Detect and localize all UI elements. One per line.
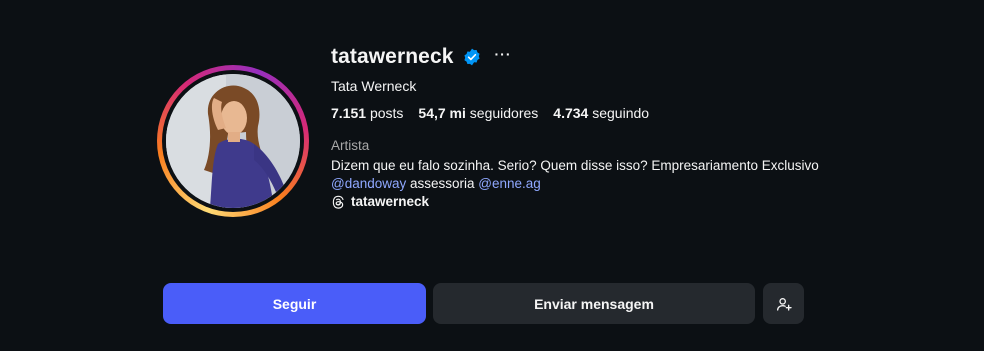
profile-avatar-story-ring[interactable] — [157, 65, 309, 217]
threads-handle: tatawerneck — [351, 194, 430, 209]
threads-icon — [332, 195, 344, 209]
posts-count: 7.151 — [331, 105, 367, 121]
profile-avatar[interactable] — [166, 74, 300, 208]
bio-mention-dandoway[interactable]: @dandoway — [331, 176, 406, 191]
suggest-accounts-button[interactable] — [763, 283, 804, 324]
bio-middle-text: assessoria — [406, 176, 479, 191]
profile-stats: 7.151 posts 54,7 mi seguidores 4.734 seg… — [331, 105, 819, 121]
follow-button[interactable]: Seguir — [163, 283, 426, 324]
following-label: seguindo — [592, 105, 650, 121]
profile-bio: Dizem que eu falo sozinha. Serio? Quem d… — [331, 157, 819, 193]
posts-label: posts — [369, 105, 404, 121]
profile-category: Artista — [331, 138, 370, 153]
profile-username: tatawerneck — [331, 45, 454, 68]
verified-badge-icon — [463, 48, 480, 66]
avatar-gap — [162, 70, 304, 212]
following-count: 4.734 — [553, 105, 589, 121]
following-stat[interactable]: 4.734 seguindo — [553, 105, 649, 121]
send-message-button[interactable]: Enviar mensagem — [433, 283, 755, 324]
profile-info: tatawerneck ··· Tata Werneck 7.151 posts… — [331, 43, 819, 209]
posts-stat: 7.151 posts — [331, 105, 403, 121]
bio-mention-enne[interactable]: @enne.ag — [478, 176, 541, 191]
username-row: tatawerneck ··· — [331, 43, 819, 71]
follow-button-label: Seguir — [272, 295, 317, 312]
threads-link[interactable]: tatawerneck — [331, 194, 819, 209]
avatar-photo — [166, 74, 300, 208]
followers-label: seguidores — [469, 105, 539, 121]
more-options-icon[interactable]: ··· — [495, 46, 512, 62]
send-message-button-label: Enviar mensagem — [534, 295, 654, 312]
followers-stat[interactable]: 54,7 mi seguidores — [418, 105, 538, 121]
bio-text: Dizem que eu falo sozinha. Serio? Quem d… — [331, 158, 819, 173]
followers-count: 54,7 mi — [418, 105, 466, 121]
profile-full-name: Tata Werneck — [331, 78, 417, 94]
add-person-icon — [776, 297, 792, 311]
